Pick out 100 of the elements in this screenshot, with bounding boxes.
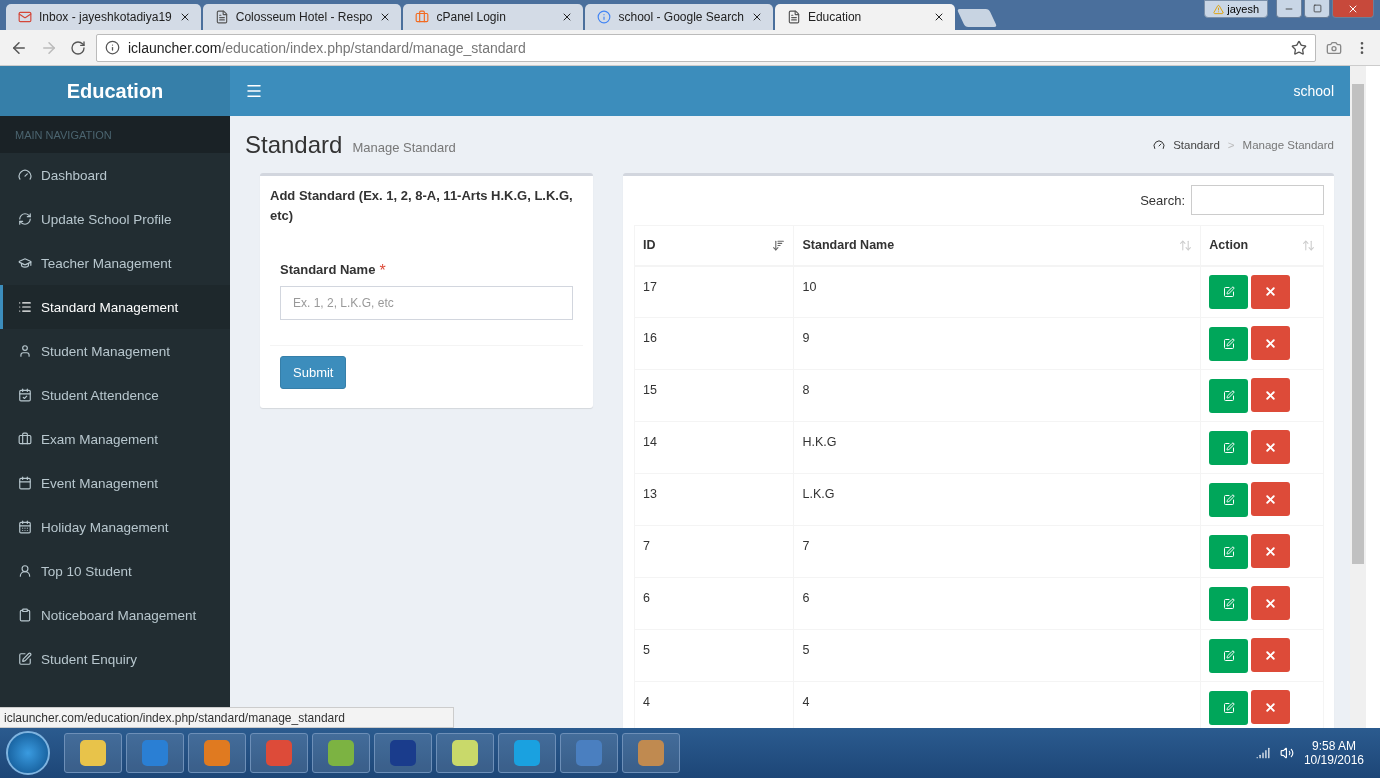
table-cell: 6 [793,577,1201,630]
browser-tab[interactable]: Colosseum Hotel - Respo [202,4,402,30]
edit-button[interactable] [1209,586,1249,621]
column-header[interactable]: Action [1200,225,1324,266]
sidebar-item-label: Exam Management [41,431,159,447]
browser-tab[interactable]: cPanel Login [403,4,584,30]
breadcrumb-link[interactable]: Standard [1173,138,1220,151]
sidebar-item[interactable]: Event Management [0,461,230,505]
sidebar-item[interactable]: Student Attendence [0,373,230,417]
browser-tab[interactable]: school - Google Search [585,4,773,30]
edit-button[interactable] [1209,378,1249,413]
taskbar-app-button[interactable] [312,733,370,773]
start-button[interactable] [6,731,50,775]
edit-button[interactable] [1209,638,1249,673]
edit-button[interactable] [1209,482,1249,517]
taskbar-app-button[interactable] [64,733,122,773]
taskbar-app-button[interactable] [188,733,246,773]
sidebar-item[interactable]: Exam Management [0,417,230,461]
close-icon [1264,544,1278,558]
table-cell: 14 [634,421,794,474]
delete-button[interactable] [1251,534,1291,569]
profile-button[interactable]: jayesh [1204,0,1268,18]
edit-button[interactable] [1209,534,1249,569]
close-icon [1264,648,1278,662]
breadcrumb-separator: > [1227,138,1235,151]
sidebar-item[interactable]: Update School Profile [0,197,230,241]
search-input[interactable] [1191,185,1324,215]
close-icon [1264,492,1278,506]
taskbar-app-button[interactable] [436,733,494,773]
taskbar-app-button[interactable] [126,733,184,773]
sidebar-item[interactable]: Dashboard [0,153,230,197]
menu-item-icon [18,432,32,446]
warning-icon [1213,3,1225,15]
delete-button[interactable] [1251,378,1291,413]
sidebar-item[interactable]: Student Enquiry [0,637,230,681]
signal-icon[interactable] [1255,746,1270,760]
minimize-button[interactable] [1276,0,1302,18]
taskbar-app-button[interactable] [374,733,432,773]
edit-button[interactable] [1209,326,1249,361]
delete-button[interactable] [1251,430,1291,465]
menu-item-icon [18,476,32,490]
edit-button[interactable] [1209,690,1249,725]
user-menu[interactable]: school [1293,83,1350,99]
info-icon [105,40,120,55]
taskbar-app-button[interactable] [560,733,618,773]
address-bar[interactable]: iclauncher.com/education/index.php/standard/manage_standard [96,33,1316,62]
menu-item-icon [18,388,32,402]
brand-logo[interactable]: Education [0,66,230,116]
delete-button[interactable] [1251,482,1291,517]
delete-button[interactable] [1251,638,1291,673]
delete-button[interactable] [1251,274,1291,309]
sidebar-item[interactable]: Student Management [0,329,230,373]
submit-button[interactable]: Submit [280,356,347,389]
taskbar-app-button[interactable] [498,733,556,773]
close-icon [1264,388,1278,402]
close-icon [1264,440,1278,454]
app-icon [514,740,540,766]
bookmark-star-icon[interactable] [1291,39,1307,56]
taskbar-app-button[interactable] [250,733,308,773]
menu-item-icon [18,256,32,270]
url-text: iclauncher.com/education/index.php/standard/manage_standard [128,39,527,56]
delete-button[interactable] [1251,326,1291,361]
sidebar-item[interactable]: Noticeboard Management [0,593,230,637]
favicon-icon [214,10,229,24]
sidebar-item[interactable]: Holiday Management [0,505,230,549]
new-tab-button[interactable] [956,9,998,27]
close-icon [1264,336,1278,350]
clock[interactable]: 9:58 AM 10/19/2016 [1303,739,1374,767]
table-cell: 15 [634,369,794,422]
app-icon [204,740,230,766]
sidebar-heading: MAIN NAVIGATION [0,116,230,153]
app-icon [142,740,168,766]
volume-icon[interactable] [1279,746,1294,760]
table-cell: H.K.G [793,421,1201,474]
app-icon [638,740,664,766]
column-header[interactable]: Standard Name [793,225,1201,266]
browser-tab[interactable]: Education [774,4,955,30]
table-cell: 8 [793,369,1201,422]
column-header[interactable]: ID [634,225,794,266]
edit-button[interactable] [1209,430,1249,465]
menu-item-icon [18,652,32,666]
scrollbar[interactable] [1350,66,1366,728]
taskbar-app-button[interactable] [622,733,680,773]
maximize-button[interactable] [1304,0,1330,18]
table-cell: 16 [634,317,794,370]
scrollbar-thumb[interactable] [1352,84,1364,564]
sidebar-item-label: Event Management [41,475,159,491]
sidebar-item[interactable]: Teacher Management [0,241,230,285]
breadcrumb-link[interactable]: Manage Standard [1242,138,1334,151]
sidebar-item-label: Noticeboard Management [41,607,197,623]
standard-name-input[interactable]: Ex. 1, 2, L.K.G, etc [280,286,573,320]
sidebar-item[interactable]: Standard Management [0,285,230,329]
delete-button[interactable] [1251,586,1291,621]
browser-tab[interactable]: Inbox - jayeshkotadiya19 [6,4,201,30]
sidebar-item-label: Student Attendence [41,387,159,403]
table-cell: 10 [793,265,1201,318]
app-icon [452,740,478,766]
sidebar-item[interactable]: Top 10 Student [0,549,230,593]
edit-button[interactable] [1209,275,1249,309]
delete-button[interactable] [1251,690,1291,725]
